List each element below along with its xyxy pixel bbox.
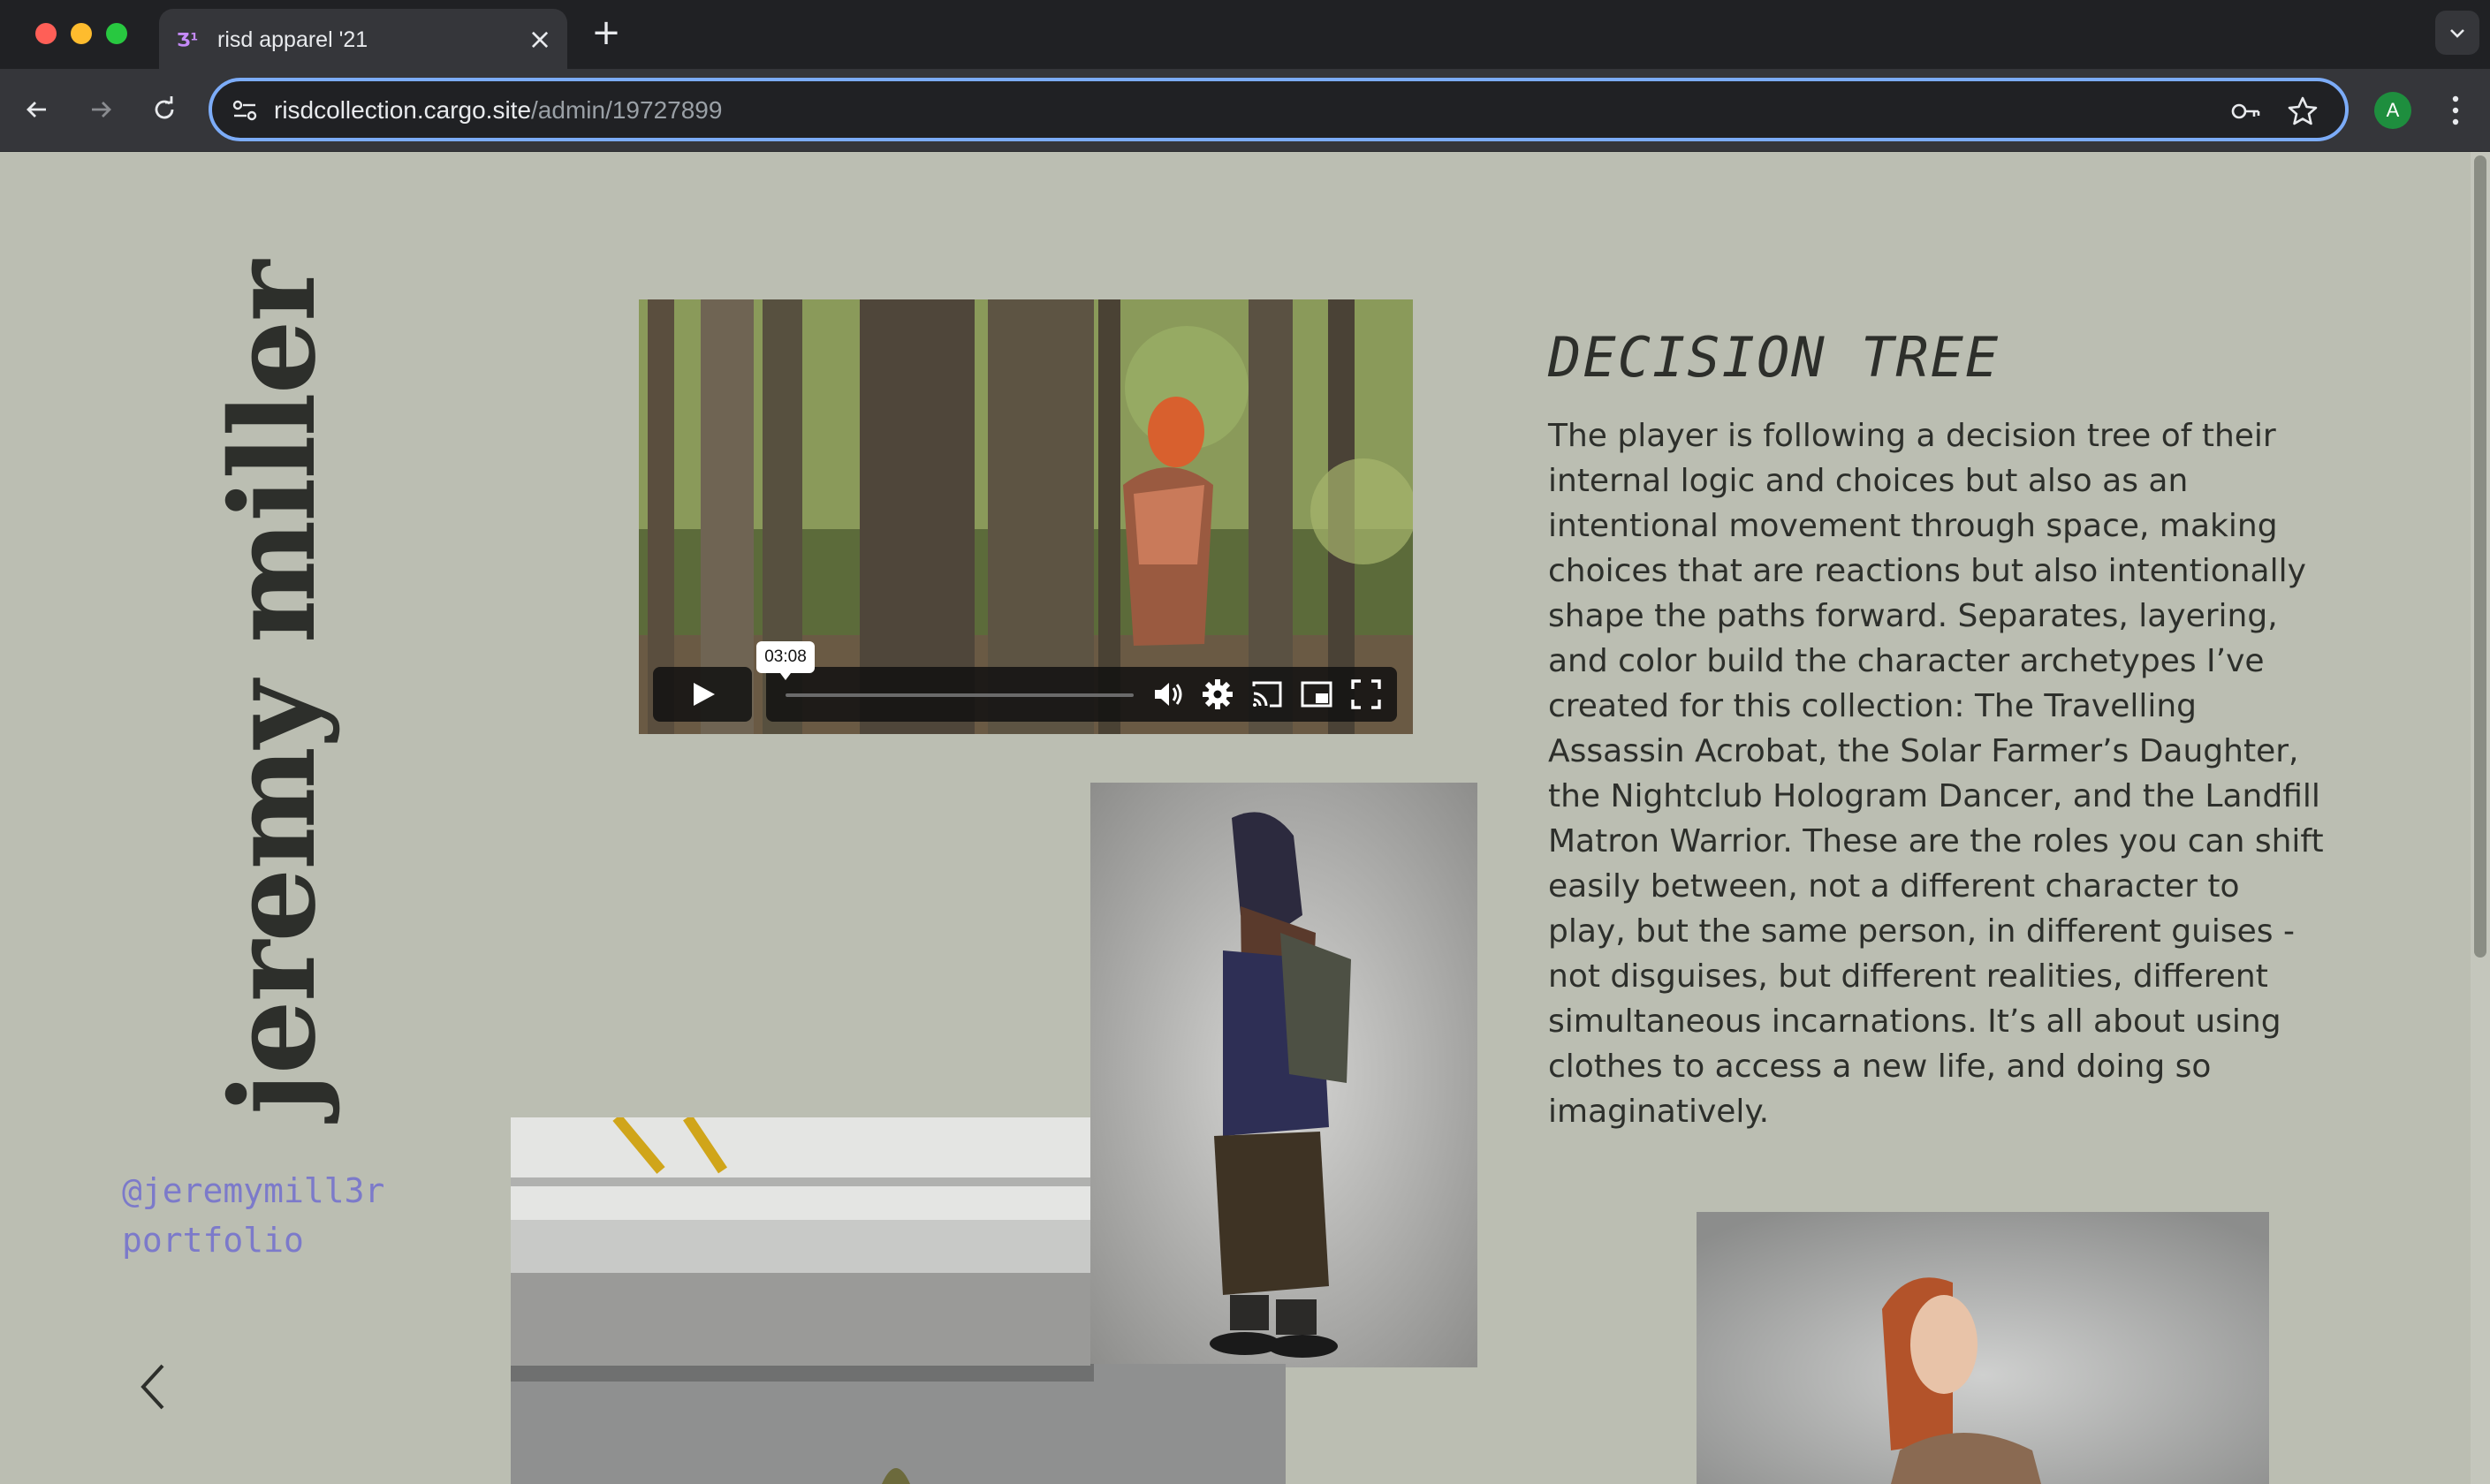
browser-toolbar: risdcollection.cargo.site/admin/19727899… [0, 69, 2490, 152]
scrollbar-thumb[interactable] [2474, 155, 2486, 958]
tab-strip: Ʒ¹ risd apparel '21 × + [0, 0, 2490, 69]
arrow-right-icon [92, 102, 111, 117]
tab-search-button[interactable] [2435, 11, 2479, 55]
url-path: /admin/19727899 [531, 96, 723, 124]
maximize-window-button[interactable] [106, 23, 127, 44]
password-key-icon[interactable] [2228, 94, 2264, 129]
portrait-photo[interactable] [1697, 1212, 2269, 1484]
page-viewport: jeremy miller @jeremymill3r portfolio 03… [0, 152, 2490, 1484]
reload-icon [155, 96, 174, 119]
chevron-down-icon [2450, 29, 2464, 38]
tab-title: risd apparel '21 [217, 27, 368, 52]
site-favicon-icon: Ʒ¹ [177, 29, 199, 50]
volume-icon[interactable] [1150, 676, 1187, 713]
more-options-icon[interactable] [2442, 92, 2469, 129]
cast-icon[interactable] [1249, 676, 1286, 713]
project-description: The player is following a decision tree … [1548, 418, 2324, 1130]
reload-button[interactable] [143, 88, 186, 131]
minimize-window-button[interactable] [71, 23, 92, 44]
outfit-side-image [1090, 783, 1477, 1367]
outfit-side-photo[interactable] [1090, 783, 1477, 1367]
arrow-left-icon [27, 102, 46, 117]
outfit-studio-photo[interactable] [511, 1364, 1286, 1484]
fullscreen-icon[interactable] [1347, 676, 1385, 713]
play-icon [694, 683, 715, 706]
bookmark-star-icon[interactable] [2285, 94, 2320, 129]
chevron-left-icon[interactable] [133, 1359, 175, 1415]
portfolio-link[interactable]: portfolio [122, 1215, 384, 1265]
forward-button[interactable] [80, 88, 122, 131]
seek-bar[interactable] [786, 693, 1134, 697]
new-tab-button[interactable]: + [587, 15, 626, 51]
artist-name: jeremy miller [205, 261, 342, 1115]
close-window-button[interactable] [35, 23, 57, 44]
video-controls [766, 667, 1397, 722]
seek-time-tooltip: 03:08 [756, 641, 815, 680]
site-settings-icon[interactable] [230, 95, 260, 125]
address-bar[interactable]: risdcollection.cargo.site/admin/19727899 [209, 78, 2349, 141]
url-domain: risdcollection.cargo.site [274, 96, 532, 124]
play-button[interactable] [653, 667, 752, 722]
browser-tab[interactable]: Ʒ¹ risd apparel '21 × [159, 9, 567, 69]
page-scrollbar[interactable] [2471, 152, 2490, 1484]
outfit-studio-image [511, 1364, 1286, 1484]
tab-close-icon[interactable]: × [527, 25, 553, 53]
picture-in-picture-icon[interactable] [1298, 676, 1335, 713]
settings-gear-icon[interactable] [1199, 676, 1236, 713]
studio-ceiling-photo[interactable] [511, 1117, 1090, 1366]
studio-ceiling-image [511, 1117, 1090, 1366]
portrait-image [1697, 1212, 2269, 1484]
url-text: risdcollection.cargo.site/admin/19727899 [274, 95, 722, 125]
video-player[interactable]: 03:08 [639, 299, 1413, 734]
profile-avatar[interactable]: A [2374, 92, 2411, 129]
page-title: DECISION TREE [1548, 325, 2000, 390]
back-button[interactable] [16, 88, 58, 131]
artist-links: @jeremymill3r portfolio [122, 1166, 384, 1265]
instagram-link[interactable]: @jeremymill3r [122, 1166, 384, 1215]
